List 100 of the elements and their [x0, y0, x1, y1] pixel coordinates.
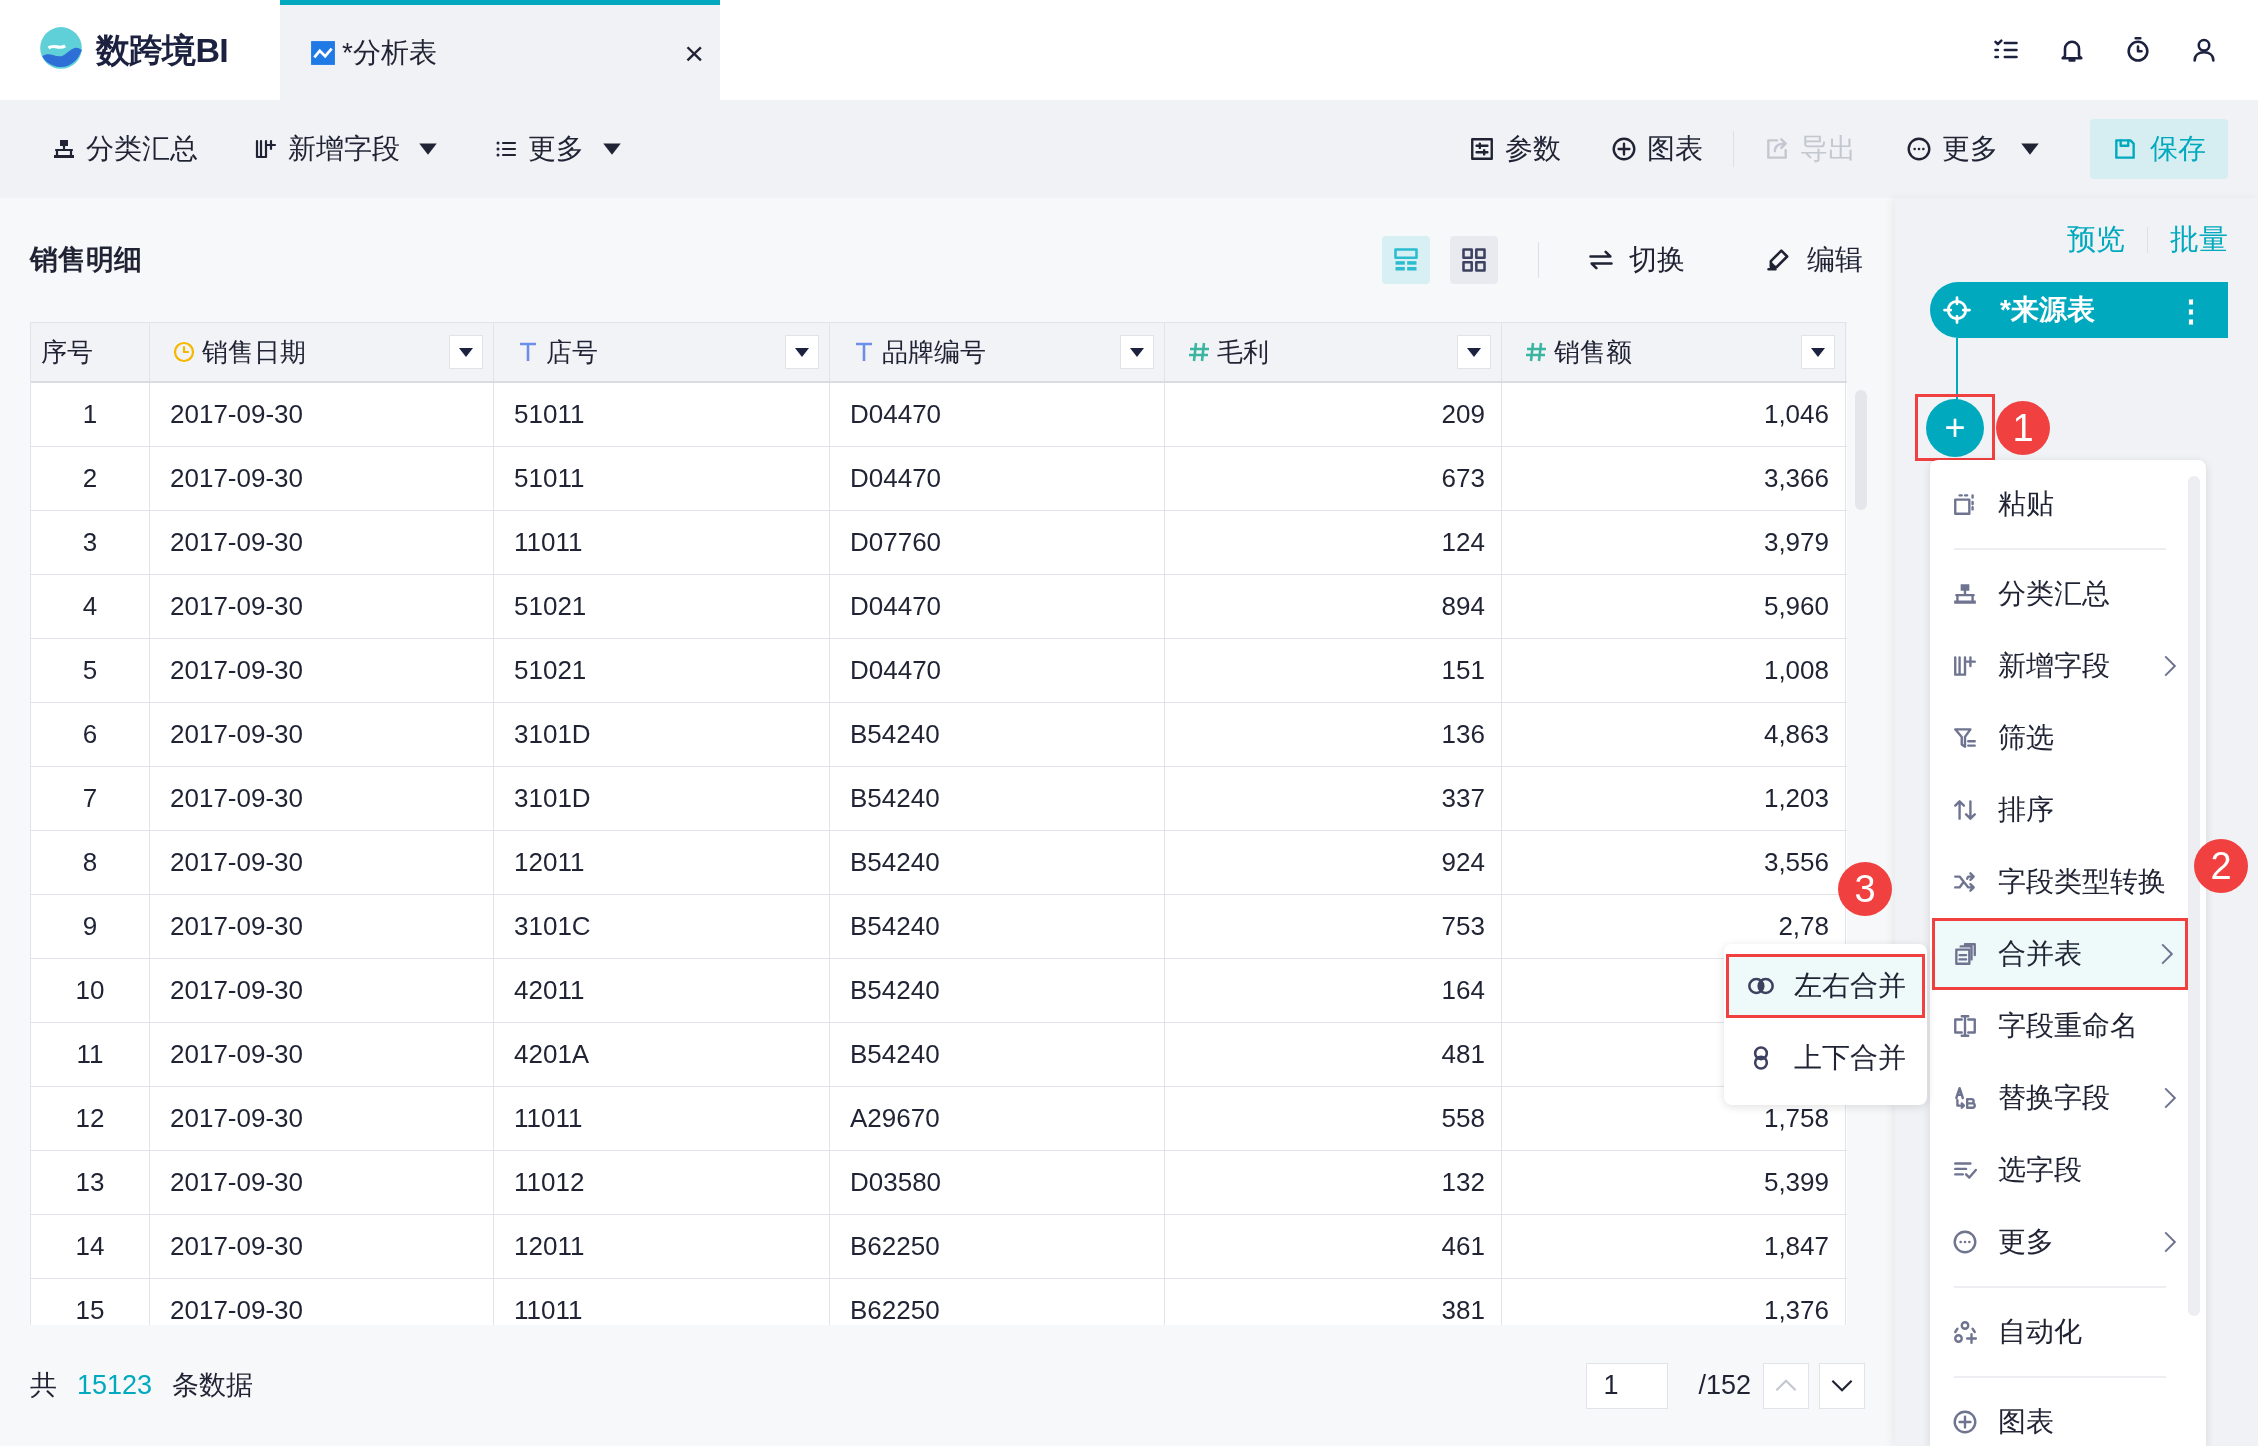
table-cell-text: 2017-09-30 — [170, 526, 303, 559]
hash-icon — [1187, 340, 1211, 364]
table-cell-text: 4,863 — [1763, 718, 1829, 751]
next-page-button[interactable] — [1819, 1362, 1865, 1409]
toolbar-button[interactable]: 新增字段 — [254, 128, 438, 170]
toolbar-button[interactable]: 更多 — [1906, 128, 2040, 170]
menu-item[interactable]: 选字段 — [1932, 1134, 2188, 1206]
action-button[interactable]: 切换 — [1587, 239, 1685, 281]
caret-icon — [2020, 142, 2040, 156]
menu-item[interactable]: 合并表 — [1932, 918, 2188, 990]
chevron-right-icon — [2164, 1231, 2176, 1253]
column-header[interactable]: 销售额 — [1502, 323, 1846, 381]
more-icon — [1906, 136, 1932, 162]
menu-item[interactable]: 图表 — [1932, 1386, 2188, 1446]
column-header[interactable]: 销售日期 — [150, 323, 494, 381]
table-cell-text: B54240 — [850, 718, 940, 751]
filter-icon — [1952, 725, 1978, 751]
table-cell-text: 5,960 — [1763, 590, 1829, 623]
sort-icon — [1952, 797, 1978, 823]
table-cell-text: 4 — [82, 590, 98, 623]
page-input[interactable]: 1 — [1586, 1362, 1669, 1409]
toolbar-button[interactable]: 参数 — [1469, 128, 1561, 170]
close-button[interactable]: × — [684, 35, 704, 70]
toolbar-button[interactable]: 图表 — [1611, 128, 1703, 170]
menu-item[interactable]: 排序 — [1932, 774, 2188, 846]
document-tab[interactable]: *分析表 × — [280, 0, 720, 100]
table-cell-text: D03580 — [850, 1166, 942, 1199]
table-cell-text: 136 — [1441, 718, 1485, 751]
chevron-right-icon — [2164, 655, 2176, 677]
table-cell-text: 11 — [76, 1038, 104, 1071]
table-cell-text: D04470 — [850, 654, 942, 687]
table-cell-text: 9 — [82, 910, 98, 943]
menu-item[interactable]: 粘贴 — [1932, 468, 2188, 558]
table-cell-text: 11011 — [514, 1102, 583, 1135]
table-cell-text: B62250 — [850, 1294, 940, 1325]
table-cell-text: 2017-09-30 — [170, 910, 303, 943]
toolbar-button[interactable]: 更多 — [494, 128, 622, 170]
table-cell-text: B62250 — [850, 1230, 940, 1263]
view-toggle[interactable] — [1450, 236, 1498, 284]
menu-item[interactable]: 字段类型转换 — [1932, 846, 2188, 918]
add-column-icon — [254, 137, 278, 161]
dropdown-button[interactable] — [1801, 335, 1835, 369]
table-cell-text: D04470 — [850, 398, 942, 431]
table-cell-text: 2017-09-30 — [170, 462, 303, 495]
add-column-icon — [1952, 653, 1978, 679]
column-header[interactable]: 毛利 — [1165, 323, 1502, 381]
menu-item[interactable]: 分类汇总 — [1932, 558, 2188, 630]
grid-icon — [1460, 246, 1488, 274]
line-chart-icon — [310, 39, 336, 66]
table-cell-text: A29670 — [850, 1102, 940, 1135]
table-cell-text: 12011 — [514, 846, 585, 879]
dropdown-button[interactable] — [785, 335, 819, 369]
dropdown-button[interactable] — [1120, 335, 1154, 369]
column-header[interactable]: 序号 — [31, 323, 150, 381]
table-cell-text: 1,758 — [1763, 1102, 1829, 1135]
chevron-right-icon — [2161, 943, 2173, 965]
table-cell-text: 3101C — [514, 910, 591, 943]
table-cell-text: 132 — [1441, 1166, 1485, 1199]
table-cell-text: 894 — [1441, 590, 1485, 623]
caret-icon — [418, 142, 438, 156]
table-cell-text: 42011 — [514, 974, 585, 1007]
table-cell-text: 753 — [1441, 910, 1485, 943]
table-cell-text: 51011 — [514, 462, 585, 495]
table-cell-text: 2017-09-30 — [170, 1294, 303, 1325]
shuffle-icon — [1952, 869, 1978, 895]
caret-icon — [1129, 346, 1145, 358]
menu-item[interactable]: 左右合并 — [1726, 954, 1925, 1018]
export-icon — [1764, 136, 1790, 162]
table-cell-text: 12011 — [514, 1230, 585, 1263]
table-cell-text: 3,556 — [1763, 846, 1829, 879]
menu-item[interactable]: 新增字段 — [1932, 630, 2188, 702]
table-cell-text: B54240 — [850, 1038, 940, 1071]
table-cell-text: 3101D — [514, 782, 591, 815]
dropdown-button[interactable] — [449, 335, 483, 369]
action-button[interactable]: 编辑 — [1765, 239, 1863, 281]
table-cell-text: 2017-09-30 — [170, 1038, 303, 1071]
timer-icon[interactable] — [2124, 36, 2152, 64]
column-header[interactable]: 品牌编号 — [830, 323, 1165, 381]
menu-item[interactable]: 上下合并 — [1726, 1026, 1925, 1090]
more-icon — [1952, 1229, 1978, 1255]
clock-icon — [172, 340, 196, 364]
table-cell-text: 11011 — [514, 526, 583, 559]
table-cell-text: 481 — [1441, 1038, 1485, 1071]
view-toggle[interactable] — [1382, 236, 1430, 284]
toolbar-button[interactable]: 分类汇总 — [52, 128, 198, 170]
table-cell-text: 124 — [1441, 526, 1485, 559]
table-cell-text: 6 — [82, 718, 98, 751]
user-icon[interactable] — [2190, 36, 2218, 64]
menu-item[interactable]: 自动化 — [1932, 1296, 2188, 1386]
dropdown-button[interactable] — [1457, 335, 1491, 369]
table-cell-text: 11011 — [514, 1294, 583, 1325]
column-header[interactable]: 店号 — [494, 323, 830, 381]
table-cell-text: 2017-09-30 — [170, 1230, 303, 1263]
hierarchy-icon — [1952, 581, 1978, 607]
menu-item[interactable]: 筛选 — [1932, 702, 2188, 774]
menu-item[interactable]: 字段重命名 — [1932, 990, 2188, 1062]
menu-item[interactable]: 更多 — [1932, 1206, 2188, 1296]
table-cell-text: 3101D — [514, 718, 591, 751]
section-title: 销售明细 — [30, 243, 143, 277]
menu-item[interactable]: 替换字段 — [1932, 1062, 2188, 1134]
